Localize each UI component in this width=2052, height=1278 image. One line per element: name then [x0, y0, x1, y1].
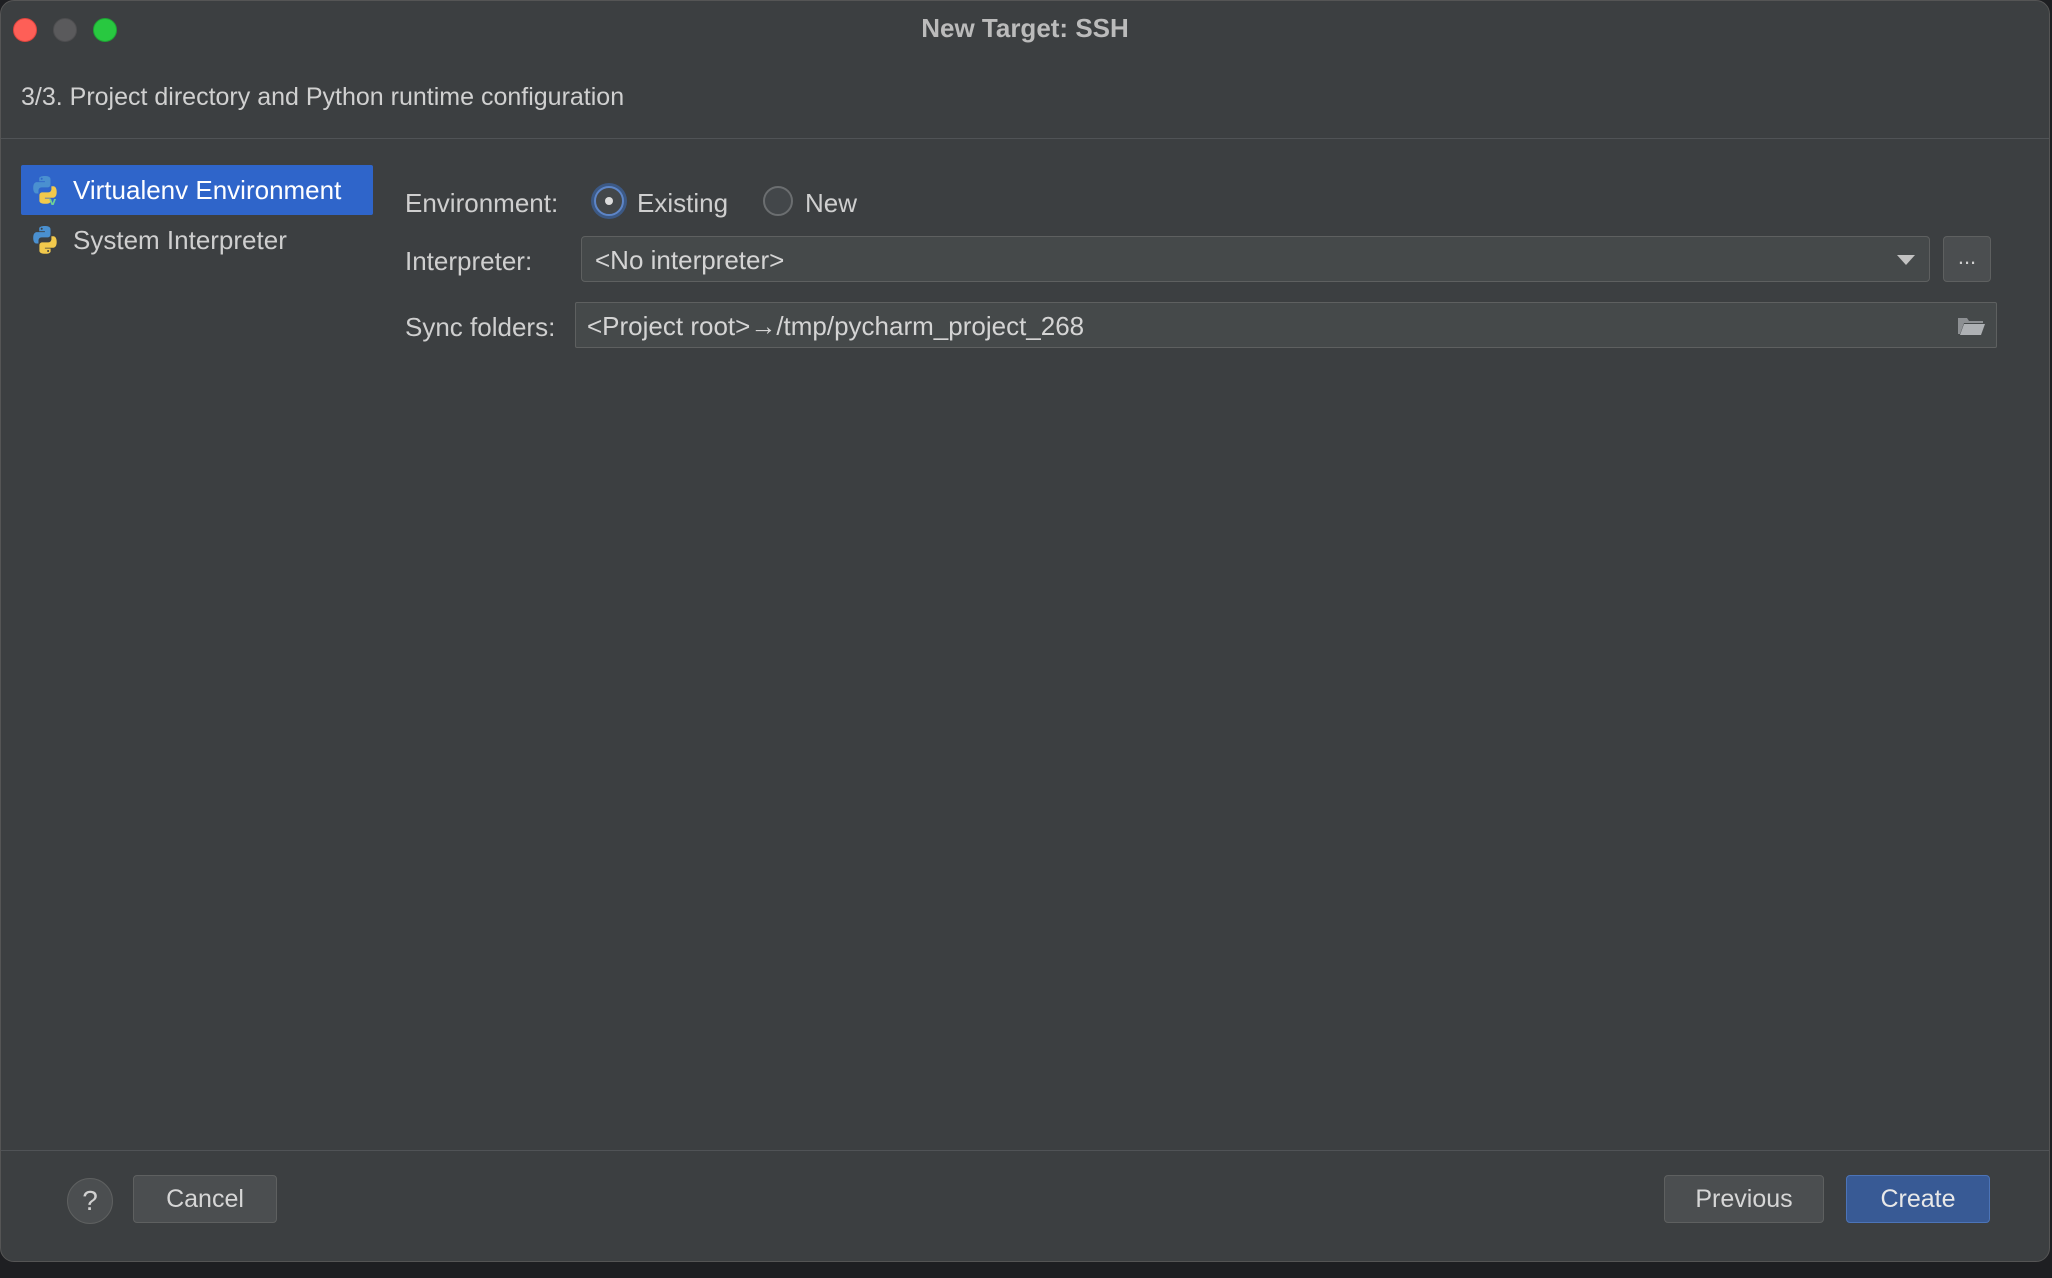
folder-icon[interactable]	[1956, 314, 1986, 338]
header-divider	[1, 138, 2049, 139]
svg-text:v: v	[49, 195, 57, 206]
radio-new-label[interactable]: New	[805, 188, 857, 219]
chevron-down-icon	[1897, 255, 1915, 265]
environment-label: Environment:	[405, 188, 559, 218]
env-item-label: System Interpreter	[73, 224, 287, 255]
env-item-system-interpreter[interactable]: System Interpreter	[21, 215, 373, 265]
python-virtualenv-icon: v	[33, 176, 57, 206]
previous-button[interactable]: Previous	[1664, 1175, 1824, 1223]
cancel-button[interactable]: Cancel	[133, 1175, 277, 1223]
step-header: 3/3. Project directory and Python runtim…	[21, 83, 625, 111]
radio-new[interactable]	[763, 186, 793, 216]
sync-folders-field[interactable]: <Project root>→/tmp/pycharm_project_268	[575, 302, 1997, 348]
radio-existing[interactable]	[594, 186, 624, 216]
env-item-label: Virtualenv Environment	[73, 174, 342, 205]
sync-folders-label: Sync folders:	[405, 312, 556, 342]
title-bar: New Target: SSH	[1, 1, 2049, 55]
python-icon	[33, 226, 57, 254]
browse-interpreter-button[interactable]: ...	[1943, 236, 1991, 282]
create-button[interactable]: Create	[1846, 1175, 1990, 1223]
interpreter-value: <No interpreter>	[595, 245, 785, 275]
interpreter-dropdown[interactable]: <No interpreter>	[581, 236, 1930, 282]
dialog-window: New Target: SSH 3/3. Project directory a…	[0, 0, 2050, 1262]
environment-type-list: v Virtualenv Environment System Interpre…	[21, 165, 373, 265]
sync-folders-value: <Project root>→/tmp/pycharm_project_268	[587, 311, 1085, 341]
interpreter-label: Interpreter:	[405, 246, 533, 276]
env-item-virtualenv[interactable]: v Virtualenv Environment	[21, 165, 373, 215]
radio-existing-label[interactable]: Existing	[637, 188, 728, 219]
footer-divider	[1, 1150, 2049, 1151]
help-button[interactable]: ?	[67, 1178, 113, 1224]
window-title: New Target: SSH	[921, 13, 1129, 43]
